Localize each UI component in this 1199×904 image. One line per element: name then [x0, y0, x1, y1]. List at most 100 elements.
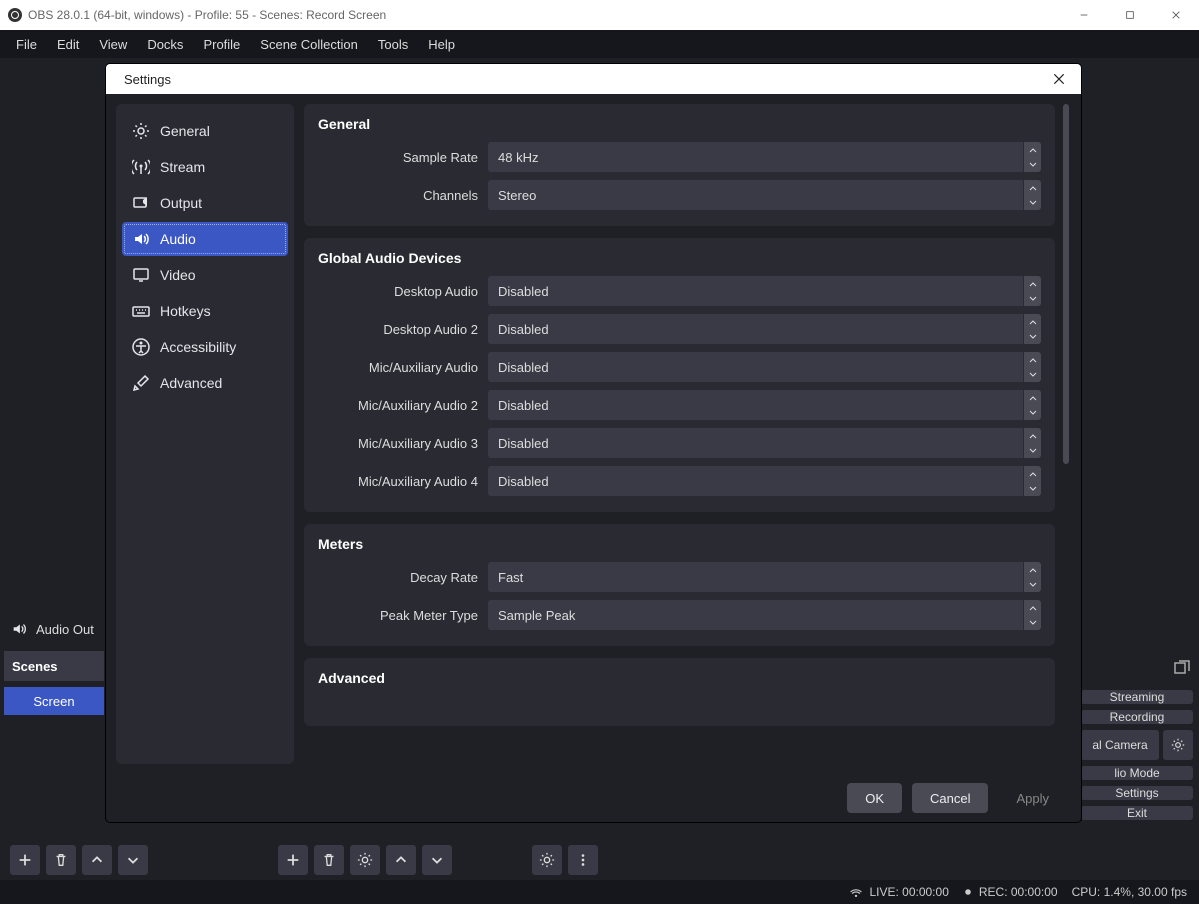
channels-select[interactable]: Stereo: [488, 180, 1041, 210]
status-rec: REC: 00:00:00: [963, 885, 1058, 899]
spinner-icon[interactable]: [1023, 390, 1041, 420]
menu-view[interactable]: View: [89, 33, 137, 56]
settings-button[interactable]: Settings: [1081, 786, 1193, 800]
obs-logo-icon: [8, 8, 22, 22]
spinner-icon[interactable]: [1023, 352, 1041, 382]
decay-rate-select[interactable]: Fast: [488, 562, 1041, 592]
spinner-icon[interactable]: [1023, 142, 1041, 172]
dialog-titlebar: Settings: [106, 64, 1081, 94]
monitor-icon: [132, 266, 150, 284]
cancel-button[interactable]: Cancel: [912, 783, 988, 813]
menu-scene-collection[interactable]: Scene Collection: [250, 33, 368, 56]
rec-dot-icon: [963, 887, 973, 897]
field-label: Decay Rate: [318, 570, 488, 585]
ok-button[interactable]: OK: [847, 783, 902, 813]
minimize-button[interactable]: [1061, 0, 1107, 30]
content-scrollbar[interactable]: [1061, 104, 1071, 764]
settings-sidebar: General Stream Output Audio Video: [116, 104, 294, 764]
select-value: Disabled: [498, 398, 549, 413]
settings-dialog: Settings General Stream Output: [106, 64, 1081, 822]
peak-meter-type-select[interactable]: Sample Peak: [488, 600, 1041, 630]
studio-mode-button[interactable]: lio Mode: [1081, 766, 1193, 780]
sources-down-button[interactable]: [422, 845, 452, 875]
sample-rate-select[interactable]: 48 kHz: [488, 142, 1041, 172]
section-title: General: [318, 116, 1041, 132]
menu-help[interactable]: Help: [418, 33, 465, 56]
mixer-props-button[interactable]: [532, 845, 562, 875]
sidebar-item-output[interactable]: Output: [122, 186, 288, 220]
virtual-camera-settings-button[interactable]: [1163, 730, 1193, 760]
menu-file[interactable]: File: [6, 33, 47, 56]
section-general: General Sample Rate 48 kHz Channels Ste: [304, 104, 1055, 226]
desktop-audio-2-select[interactable]: Disabled: [488, 314, 1041, 344]
spinner-icon[interactable]: [1023, 466, 1041, 496]
speaker-icon: [132, 230, 150, 248]
section-meters: Meters Decay RateFast Peak Meter TypeSam…: [304, 524, 1055, 646]
scenes-up-button[interactable]: [82, 845, 112, 875]
mic-aux-select[interactable]: Disabled: [488, 352, 1041, 382]
audio-source-row[interactable]: Audio Out: [4, 613, 104, 645]
select-value: Disabled: [498, 474, 549, 489]
popout-icon[interactable]: [1173, 658, 1193, 678]
window-close-button[interactable]: [1153, 0, 1199, 30]
accessibility-icon: [132, 338, 150, 356]
sources-props-button[interactable]: [350, 845, 380, 875]
sidebar-item-label: Audio: [160, 231, 196, 247]
virtual-camera-button[interactable]: al Camera: [1081, 730, 1159, 760]
mic-aux-3-select[interactable]: Disabled: [488, 428, 1041, 458]
dialog-title: Settings: [124, 72, 171, 87]
exit-button[interactable]: Exit: [1081, 806, 1193, 820]
scenes-down-button[interactable]: [118, 845, 148, 875]
field-label: Mic/Auxiliary Audio 4: [318, 474, 488, 489]
spinner-icon[interactable]: [1023, 314, 1041, 344]
sidebar-item-accessibility[interactable]: Accessibility: [122, 330, 288, 364]
status-cpu: CPU: 1.4%, 30.00 fps: [1072, 885, 1187, 899]
menu-tools[interactable]: Tools: [368, 33, 418, 56]
sidebar-item-video[interactable]: Video: [122, 258, 288, 292]
spinner-icon[interactable]: [1023, 562, 1041, 592]
sidebar-item-stream[interactable]: Stream: [122, 150, 288, 184]
select-value: 48 kHz: [498, 150, 538, 165]
mixer-menu-button[interactable]: [568, 845, 598, 875]
scenes-remove-button[interactable]: [46, 845, 76, 875]
field-label: Mic/Auxiliary Audio 3: [318, 436, 488, 451]
scene-item[interactable]: Screen: [4, 687, 104, 715]
menu-docks[interactable]: Docks: [137, 33, 193, 56]
field-label: Peak Meter Type: [318, 608, 488, 623]
signal-icon: [849, 885, 863, 899]
antenna-icon: [132, 158, 150, 176]
spinner-icon[interactable]: [1023, 428, 1041, 458]
sidebar-item-audio[interactable]: Audio: [122, 222, 288, 256]
audio-source-label: Audio Out: [36, 622, 94, 637]
maximize-button[interactable]: [1107, 0, 1153, 30]
mic-aux-2-select[interactable]: Disabled: [488, 390, 1041, 420]
sidebar-item-hotkeys[interactable]: Hotkeys: [122, 294, 288, 328]
sidebar-item-label: General: [160, 123, 210, 139]
menu-edit[interactable]: Edit: [47, 33, 89, 56]
sidebar-item-advanced[interactable]: Advanced: [122, 366, 288, 400]
spinner-icon[interactable]: [1023, 276, 1041, 306]
spinner-icon[interactable]: [1023, 180, 1041, 210]
desktop-audio-select[interactable]: Disabled: [488, 276, 1041, 306]
sources-add-button[interactable]: [278, 845, 308, 875]
select-value: Disabled: [498, 322, 549, 337]
window-title: OBS 28.0.1 (64-bit, windows) - Profile: …: [28, 8, 386, 22]
sidebar-item-label: Advanced: [160, 375, 222, 391]
mic-aux-4-select[interactable]: Disabled: [488, 466, 1041, 496]
gear-icon: [132, 122, 150, 140]
spinner-icon[interactable]: [1023, 600, 1041, 630]
sources-up-button[interactable]: [386, 845, 416, 875]
menu-profile[interactable]: Profile: [193, 33, 250, 56]
select-value: Disabled: [498, 436, 549, 451]
sidebar-item-general[interactable]: General: [122, 114, 288, 148]
dialog-close-button[interactable]: [1047, 67, 1071, 91]
sidebar-item-label: Accessibility: [160, 339, 236, 355]
select-value: Sample Peak: [498, 608, 575, 623]
scenes-add-button[interactable]: [10, 845, 40, 875]
status-bar: LIVE: 00:00:00 REC: 00:00:00 CPU: 1.4%, …: [0, 880, 1199, 904]
sources-remove-button[interactable]: [314, 845, 344, 875]
sidebar-item-label: Stream: [160, 159, 205, 175]
start-recording-button[interactable]: Recording: [1081, 710, 1193, 724]
start-streaming-button[interactable]: Streaming: [1081, 690, 1193, 704]
apply-button[interactable]: Apply: [998, 783, 1067, 813]
